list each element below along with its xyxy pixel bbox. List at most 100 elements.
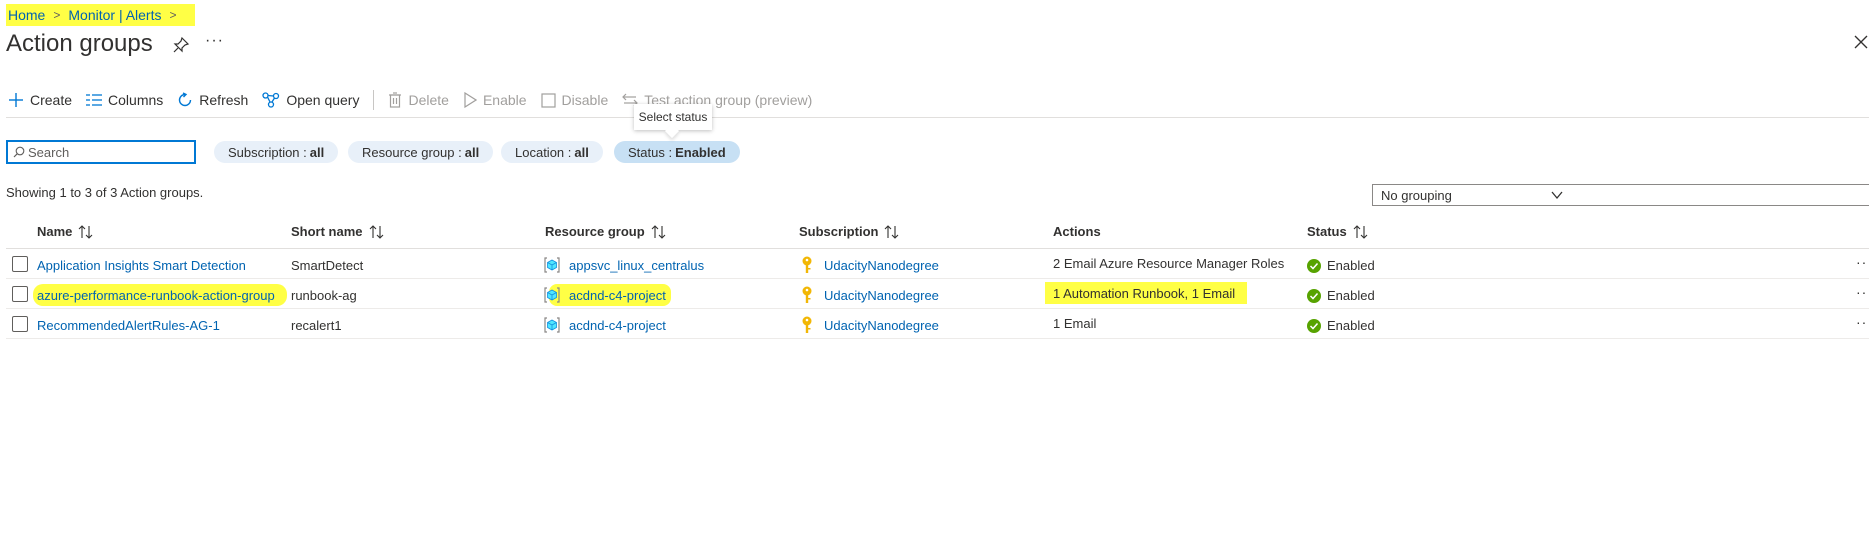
key-icon	[802, 316, 812, 333]
short-name: runbook-ag	[291, 288, 357, 303]
action-group-name-link[interactable]: RecommendedAlertRules-AG-1	[37, 318, 220, 333]
page-title: Action groups	[6, 30, 153, 57]
sort-icon	[885, 224, 899, 239]
play-icon	[464, 92, 477, 108]
check-circle-icon	[1307, 288, 1321, 303]
actions-summary: 2 Email Azure Resource Manager Roles	[1053, 256, 1285, 271]
grouping-selected: No grouping	[1381, 187, 1452, 203]
breadcrumb-home[interactable]: Home	[8, 7, 45, 23]
toolbar-divider-line	[6, 117, 1869, 118]
status-tooltip: Select status	[634, 104, 712, 130]
row-divider	[6, 338, 1869, 339]
refresh-icon	[179, 92, 192, 107]
filter-label: Subscription :	[228, 144, 307, 160]
filter-value: all	[464, 144, 480, 160]
subscription-link[interactable]: UdacityNanodegree	[824, 318, 939, 333]
actions-summary: 1 Automation Runbook, 1 Email	[1053, 286, 1236, 301]
filter-pill-resource-group[interactable]: Resource group : all	[348, 141, 494, 163]
resource-group-icon	[544, 287, 560, 303]
enable-label: Enable	[482, 92, 527, 108]
status-text: Enabled	[1327, 288, 1375, 303]
breadcrumb: Home > Monitor | Alerts >	[6, 4, 195, 26]
key-icon	[802, 256, 812, 273]
results-count: Showing 1 to 3 of 3 Action groups.	[6, 185, 204, 200]
row-divider	[6, 308, 1869, 309]
column-header-resource-group[interactable]: Resource group	[545, 224, 667, 239]
resource-group-link[interactable]: acdnd-c4-project	[569, 288, 666, 303]
status-text: Enabled	[1327, 258, 1375, 273]
filter-label: Location :	[515, 144, 572, 160]
breadcrumb-monitor-alerts[interactable]: Monitor | Alerts	[68, 7, 161, 23]
sort-icon	[1353, 224, 1368, 239]
filter-value: Enabled	[675, 144, 726, 160]
close-icon[interactable]	[1853, 34, 1869, 50]
enable-button[interactable]: Enable	[463, 92, 527, 108]
create-label: Create	[30, 92, 73, 108]
action-group-name-link[interactable]: azure-performance-runbook-action-group	[37, 288, 275, 303]
column-header-name[interactable]: Name	[37, 224, 94, 239]
search-icon	[13, 146, 25, 158]
column-header-label: Status	[1307, 224, 1347, 239]
plus-icon	[9, 93, 23, 107]
column-header-label: Short name	[291, 224, 363, 239]
filter-pill-status[interactable]: Status : Enabled	[614, 141, 740, 163]
sort-icon	[79, 224, 93, 239]
column-header-status[interactable]: Status	[1307, 224, 1369, 239]
resource-group-icon	[544, 257, 560, 273]
row-checkbox[interactable]	[12, 256, 28, 272]
short-name: SmartDetect	[291, 258, 364, 273]
columns-icon	[86, 94, 103, 106]
status-cell: Enabled	[1307, 258, 1375, 273]
check-circle-icon	[1307, 318, 1321, 333]
resource-group-link[interactable]: acdnd-c4-project	[569, 318, 666, 333]
table-header-line	[6, 248, 1869, 249]
actions-summary: 1 Email	[1053, 316, 1097, 331]
column-header-label: Name	[37, 224, 73, 239]
row-more-icon[interactable]: ···	[1856, 254, 1869, 270]
delete-button[interactable]: Delete	[388, 92, 449, 108]
column-header-label: Actions	[1053, 224, 1101, 239]
subscription-link[interactable]: UdacityNanodegree	[824, 258, 939, 273]
breadcrumb-separator: >	[169, 8, 177, 22]
open-query-label: Open query	[286, 92, 360, 108]
columns-button[interactable]: Columns	[86, 92, 163, 108]
resource-group-icon	[544, 317, 560, 333]
column-header-actions: Actions	[1053, 224, 1101, 239]
more-options-icon[interactable]: ···	[205, 32, 224, 50]
column-header-subscription[interactable]: Subscription	[799, 224, 900, 239]
chevron-down-icon	[1551, 191, 1563, 200]
row-more-icon[interactable]: ···	[1856, 314, 1869, 330]
subscription-link[interactable]: UdacityNanodegree	[824, 288, 939, 303]
pin-icon[interactable]	[172, 36, 190, 54]
row-checkbox[interactable]	[12, 316, 28, 332]
filter-pill-location[interactable]: Location : all	[501, 141, 603, 163]
key-icon	[802, 286, 812, 303]
filter-pill-subscription[interactable]: Subscription : all	[214, 141, 339, 163]
open-query-button[interactable]: Open query	[262, 92, 359, 108]
filter-value: all	[574, 144, 589, 160]
filter-label: Resource group :	[362, 144, 462, 160]
resource-group-link[interactable]: appsvc_linux_centralus	[569, 258, 704, 273]
column-header-label: Subscription	[799, 224, 879, 239]
breadcrumb-separator: >	[53, 8, 61, 22]
status-text: Enabled	[1327, 318, 1375, 333]
refresh-label: Refresh	[199, 92, 249, 108]
search-input[interactable]	[28, 144, 178, 160]
search-box[interactable]	[7, 141, 195, 163]
row-divider	[6, 278, 1869, 279]
create-button[interactable]: Create	[8, 92, 72, 108]
row-checkbox[interactable]	[12, 286, 28, 302]
short-name: recalert1	[291, 318, 342, 333]
status-cell: Enabled	[1307, 318, 1375, 333]
filter-label: Status :	[628, 144, 673, 160]
check-circle-icon	[1307, 258, 1321, 273]
action-group-name-link[interactable]: Application Insights Smart Detection	[37, 258, 246, 273]
column-header-short-name[interactable]: Short name	[291, 224, 385, 239]
column-header-label: Resource group	[545, 224, 645, 239]
stop-icon	[540, 92, 556, 108]
sort-icon	[651, 224, 666, 239]
grouping-dropdown[interactable]: No grouping	[1372, 184, 1869, 206]
disable-button[interactable]: Disable	[540, 92, 608, 108]
row-more-icon[interactable]: ···	[1856, 284, 1869, 300]
refresh-button[interactable]: Refresh	[177, 92, 248, 108]
